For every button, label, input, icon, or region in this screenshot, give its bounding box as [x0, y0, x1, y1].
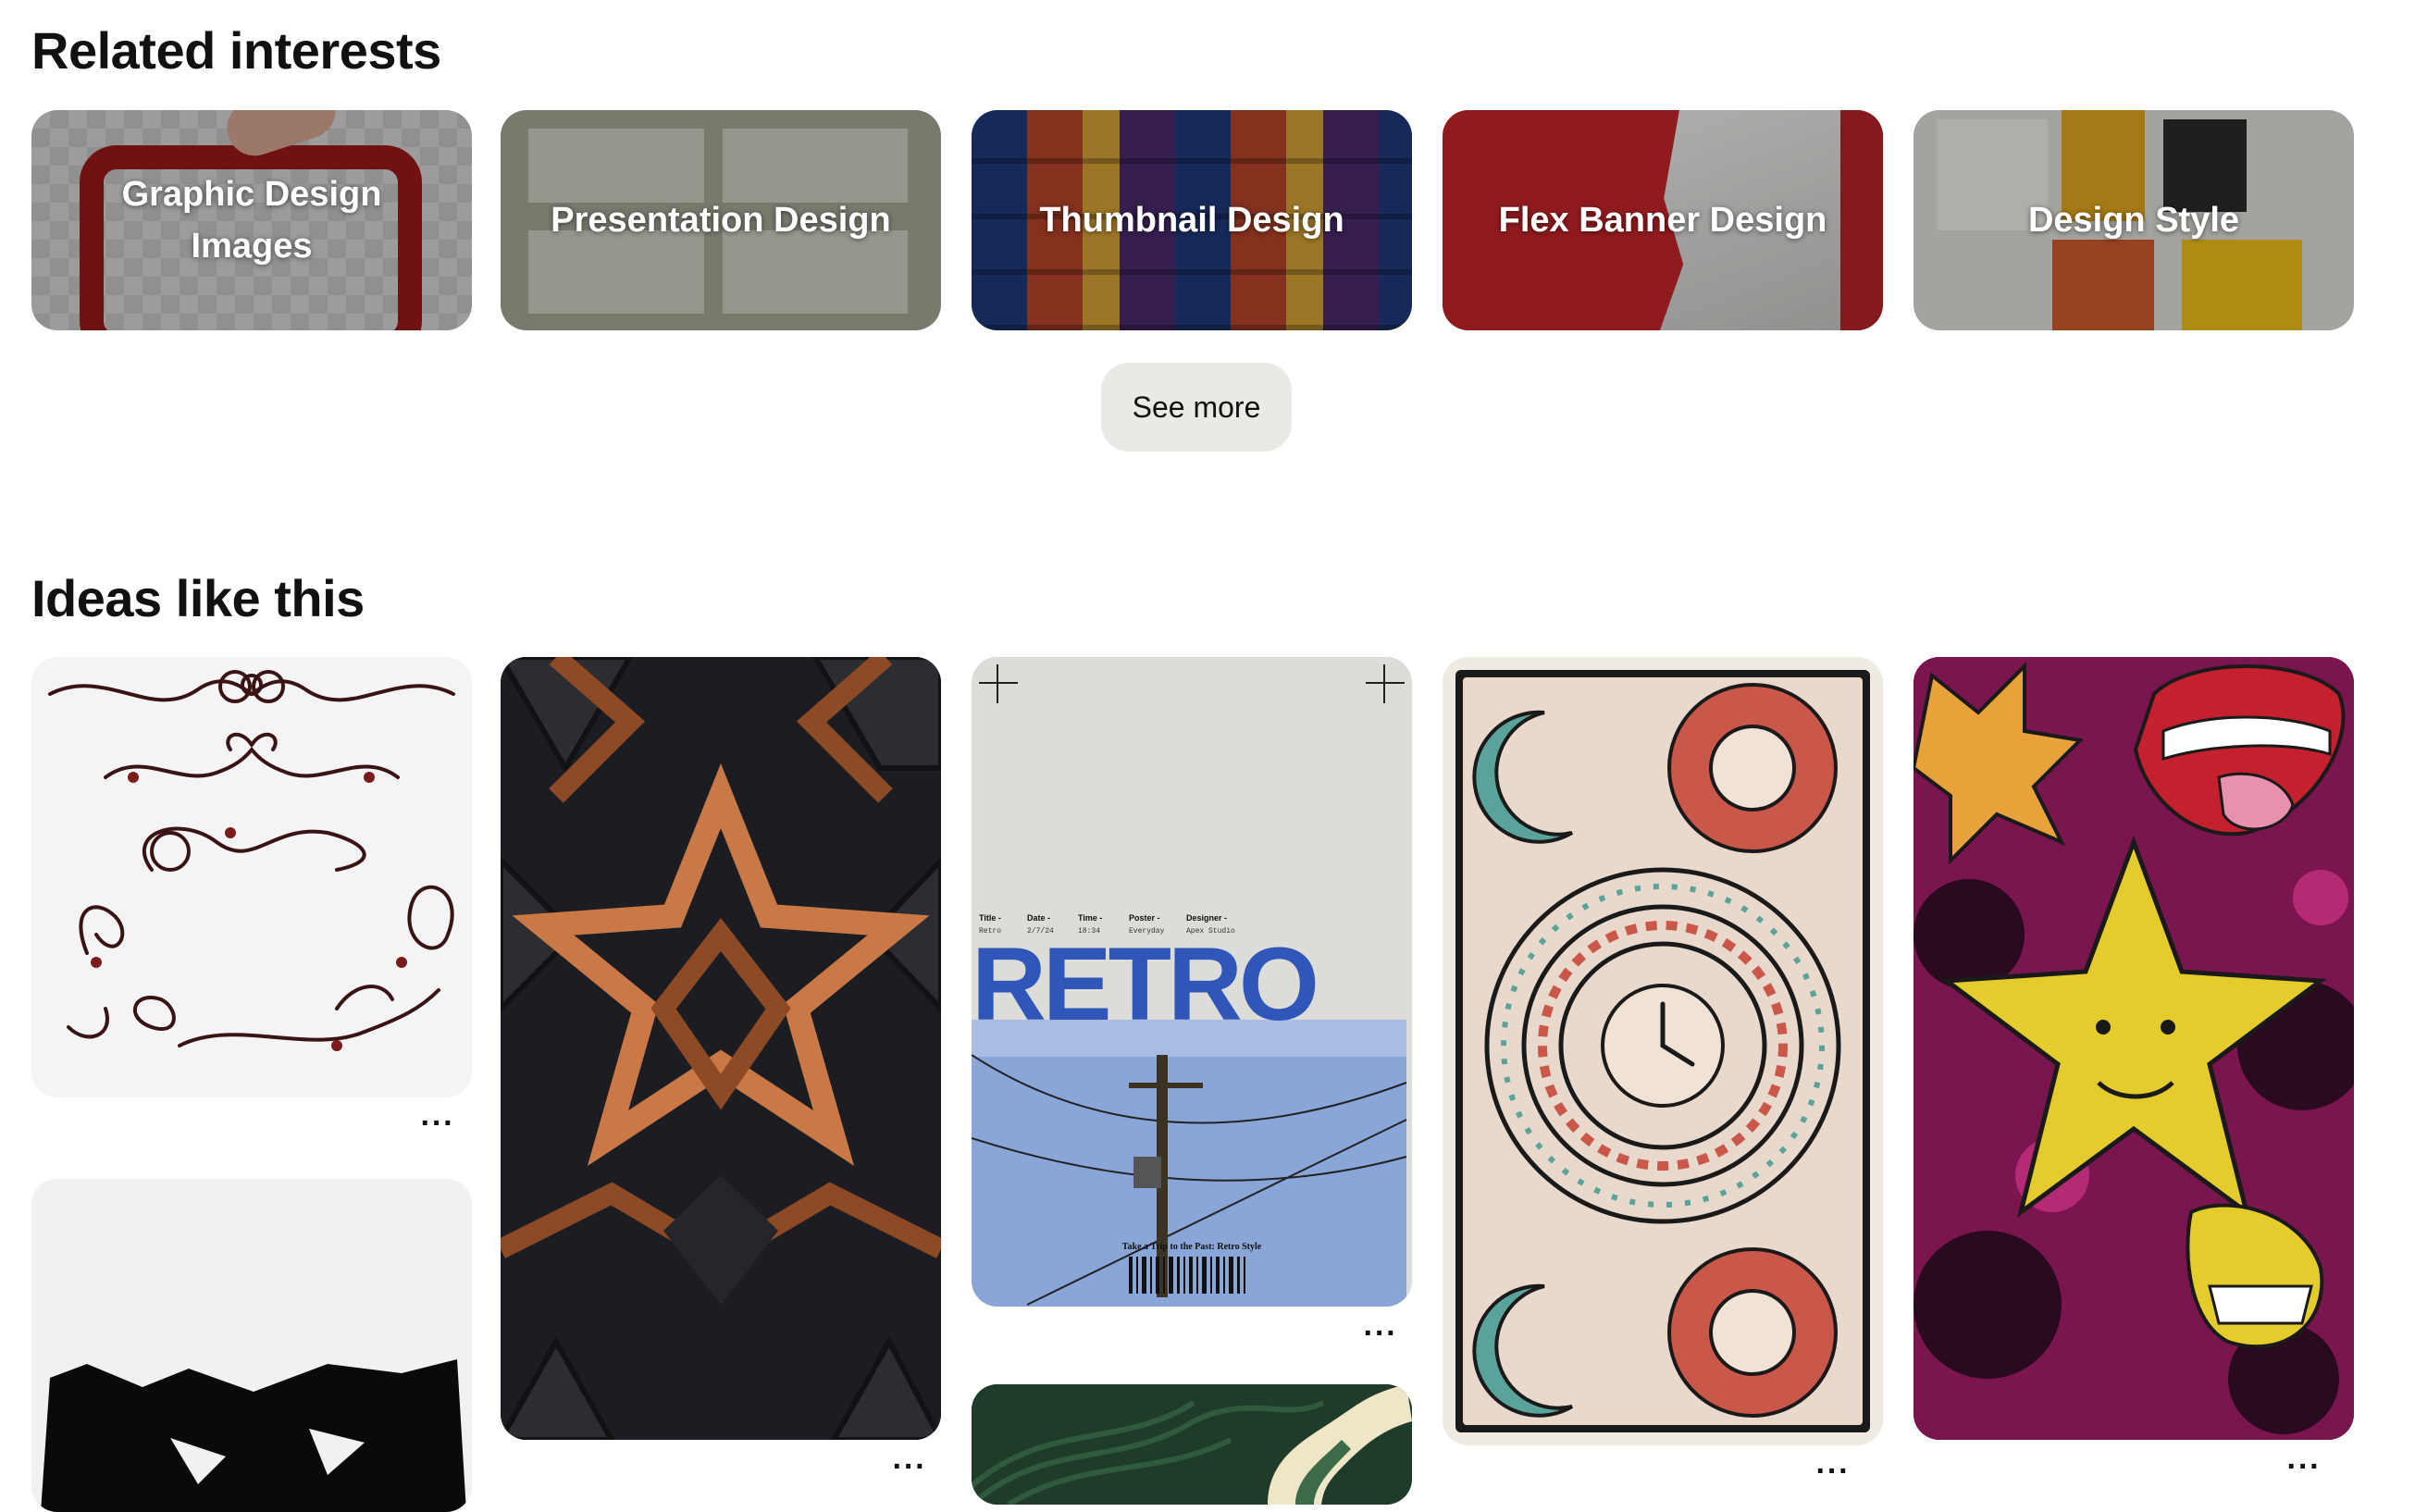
- interest-card-design-style[interactable]: Design Style: [1913, 110, 2354, 330]
- pin-celestial-clock-art[interactable]: [1443, 657, 1883, 1445]
- ellipsis-icon[interactable]: ···: [2285, 1451, 2322, 1482]
- see-more-button[interactable]: See more: [1101, 363, 1292, 452]
- poster-tagline: Take a Trip to the Past: Retro Style: [1122, 1242, 1262, 1252]
- retro-poster-art: Title - Date - Time - Poster - Designer …: [972, 657, 1412, 1307]
- star-character-illustration: [1913, 657, 2354, 1440]
- geometric-star-pattern: [501, 657, 941, 1440]
- celestial-clock-illustration: [1443, 657, 1883, 1445]
- pin-ornamental-flourishes[interactable]: [31, 657, 472, 1097]
- pin-green-wave-pattern[interactable]: [972, 1384, 1412, 1505]
- poster-field: Date -: [1027, 913, 1050, 923]
- pin-copper-geometric-stars[interactable]: [501, 657, 941, 1440]
- interest-card-graphic-design-images[interactable]: Graphic Design Images: [31, 110, 472, 330]
- interest-card-thumbnail-design[interactable]: Thumbnail Design: [972, 110, 1412, 330]
- interest-card-label: Design Style: [2027, 201, 2240, 240]
- poster-field: Designer -: [1186, 913, 1227, 923]
- ellipsis-icon[interactable]: ···: [1814, 1456, 1852, 1487]
- ink-figure-illustration: [41, 1359, 466, 1512]
- pin-yellow-star-character[interactable]: [1913, 657, 2354, 1440]
- ellipsis-icon[interactable]: ···: [891, 1451, 928, 1482]
- interest-card-label: Presentation Design: [551, 201, 891, 240]
- interest-card-label: Thumbnail Design: [1039, 201, 1344, 240]
- related-interests-heading: Related interests: [31, 21, 441, 80]
- pin-retro-poster[interactable]: Title - Date - Time - Poster - Designer …: [972, 657, 1412, 1307]
- poster-field: Poster -: [1129, 913, 1160, 923]
- ellipsis-icon[interactable]: ···: [419, 1108, 456, 1139]
- interest-card-flex-banner-design[interactable]: Flex Banner Design: [1443, 110, 1883, 330]
- flourish-illustration: [48, 670, 455, 1051]
- poster-field: Time -: [1078, 913, 1102, 923]
- interest-card-label: Flex Banner Design: [1498, 201, 1827, 240]
- interest-card-presentation-design[interactable]: Presentation Design: [501, 110, 941, 330]
- ellipsis-icon[interactable]: ···: [1362, 1318, 1399, 1349]
- poster-field: Title -: [979, 913, 1001, 923]
- interest-card-label: Graphic Design Images: [121, 175, 382, 266]
- ideas-heading: Ideas like this: [31, 569, 365, 627]
- green-wave-art: [972, 1384, 1412, 1505]
- poster-headline: RETRO: [972, 926, 1316, 1042]
- pin-black-ink-figure[interactable]: [31, 1179, 472, 1512]
